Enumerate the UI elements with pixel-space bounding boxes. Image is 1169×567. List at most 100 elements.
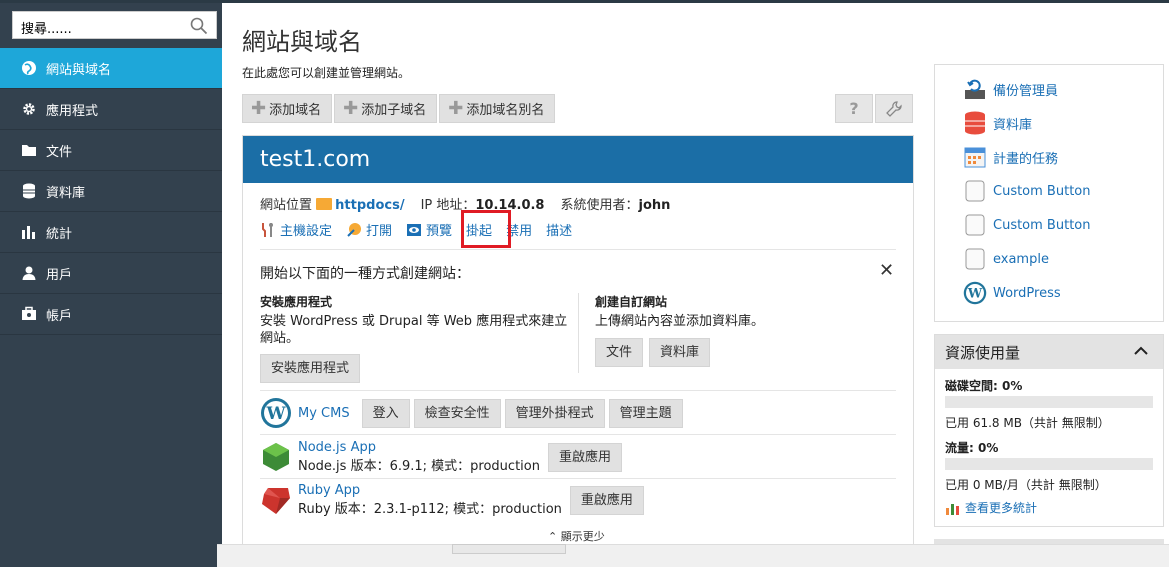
more-stats-label: 查看更多統計 [965,501,1038,515]
preview-link[interactable]: 預覽 [406,220,452,239]
resource-usage-panel: 資源使用量 磁碟空間: 0% 已用 61.8 MB（共計 無限制） 流量: 0%… [934,334,1164,527]
login-button[interactable]: 登入 [361,398,410,428]
shortcuts-panel: 備份管理員 資料庫 計畫的任務 Custom Button Custom But… [934,64,1164,322]
disk-used: 已用 61.8 MB（共計 無限制） [945,416,1110,430]
wordpress-icon: W [963,281,987,305]
ruby-restart-button[interactable]: 重啟應用 [569,485,644,515]
custom-button-icon [963,247,987,271]
sysuser-info: 系統使用者：john [560,194,670,213]
sidebar-item-applications[interactable]: 應用程式 [0,89,222,130]
hosting-settings-link[interactable]: 主機設定 [260,220,332,239]
example-link[interactable]: example [963,247,1049,271]
mycms-row: W My CMS 登入 檢查安全性 管理外掛程式 管理主題 [260,397,683,429]
close-icon[interactable]: ✕ [879,260,894,281]
settings-button[interactable] [875,94,913,123]
custom-button-icon [963,179,987,203]
chevron-up-icon: ⌃ [548,530,561,543]
more-stats-link[interactable]: 查看更多統計 [945,499,1153,516]
sidebar-item-label: 用戶 [46,267,73,283]
files-button[interactable]: 文件 [595,338,644,367]
sidebar-item-websites[interactable]: 網站與域名 [0,48,222,89]
sidebar-item-label: 應用程式 [46,103,99,119]
tools-icon [260,222,276,238]
bottom-scroll-area [217,544,1169,567]
database-icon [20,182,38,200]
page-description: 在此處您可以創建並管理網站。 [242,66,411,80]
sidebar-item-account[interactable]: 帳戶 [0,294,222,335]
domain-name[interactable]: test1.com [243,136,913,183]
wordpress-link[interactable]: W WordPress [963,281,1061,305]
account-icon [20,305,38,323]
folder-icon [20,141,38,159]
backup-label: 備份管理員 [993,83,1059,99]
backup-manager-link[interactable]: 備份管理員 [963,77,1058,101]
sidebar-item-files[interactable]: 文件 [0,130,222,171]
search-input[interactable]: 搜尋...... [21,18,72,37]
start-title: 開始以下面的一種方式創建網站： [260,266,470,282]
show-less-link[interactable]: ⌃ 顯示更少 [548,528,605,544]
help-button[interactable]: ? [835,94,873,123]
install-title: 安裝應用程式 [260,295,333,309]
location-label: 網站位置 [260,198,313,213]
httpdocs-link[interactable]: httpdocs/ [335,198,404,213]
custom-description: 上傳網站內容並添加資料庫。 [595,314,765,329]
domain-actions: 主機設定 打開 預覽 掛起 禁用 描述 [260,220,572,239]
custom-button-link-1[interactable]: Custom Button [963,179,1090,203]
divider [260,390,896,391]
database-button[interactable]: 資料庫 [649,338,711,367]
domain-card: test1.com 網站位置 httpdocs/ IP 地址：10.14.0.8… [242,135,914,555]
sysuser-value: john [638,198,671,213]
search-icon[interactable] [190,17,208,35]
chevron-up-icon[interactable] [1133,343,1149,359]
add-domain-button[interactable]: ✚ 添加域名 [242,94,333,123]
wrench-icon [886,100,902,117]
node-restart-button[interactable]: 重啟應用 [547,442,622,472]
sidebar-item-label: 帳戶 [46,308,73,324]
node-app-name[interactable]: Node.js App [298,440,540,455]
search-box[interactable]: 搜尋...... [12,11,217,39]
custom-button-label: Custom Button [993,217,1091,233]
add-subdomain-label: 添加子域名 [361,103,427,118]
wordpress-label: WordPress [993,285,1061,301]
scheduled-tasks-link[interactable]: 計畫的任務 [963,145,1058,169]
describe-link[interactable]: 描述 [546,220,572,239]
check-security-button[interactable]: 檢查安全性 [413,398,501,428]
custom-button-icon [963,213,987,237]
install-app-button[interactable]: 安裝應用程式 [260,354,361,383]
manage-themes-button[interactable]: 管理主題 [608,398,683,428]
show-less-label: 顯示更少 [560,530,605,543]
location-info: 網站位置 httpdocs/ [260,194,405,213]
suspend-highlight [461,210,511,248]
mycms-name[interactable]: My CMS [298,406,350,421]
resource-usage-title: 資源使用量 [945,343,1021,362]
install-app-section: 安裝應用程式 安裝 WordPress 或 Drupal 等 Web 應用程式來… [260,293,570,383]
page-title: 網站與域名 [242,28,362,56]
sidebar-item-label: 網站與域名 [46,62,112,78]
resource-usage-header[interactable]: 資源使用量 [935,335,1163,369]
database-link[interactable]: 資料庫 [963,111,1032,135]
ruby-app-name[interactable]: Ruby App [298,483,562,498]
sidebar-item-statistics[interactable]: 統計 [0,212,222,253]
ruby-app-row: Ruby App Ruby 版本：2.3.1-p112; 模式：producti… [260,483,644,517]
manage-plugins-button[interactable]: 管理外掛程式 [504,398,605,428]
gear-icon [20,100,38,118]
sidebar-item-users[interactable]: 用戶 [0,253,222,294]
hosting-label: 主機設定 [280,224,333,239]
custom-site-section: 創建自訂網站 上傳網站內容並添加資料庫。 文件 資料庫 [595,293,895,367]
nodejs-icon [263,443,289,471]
custom-button-link-2[interactable]: Custom Button [963,213,1090,237]
describe-label: 描述 [546,224,573,239]
add-domain-label: 添加域名 [269,103,322,118]
bar-chart-icon [946,503,959,515]
add-subdomain-button[interactable]: ✚ 添加子域名 [334,94,438,123]
sidebar-item-databases[interactable]: 資料庫 [0,171,222,212]
open-link[interactable]: 打開 [346,220,392,239]
disk-label: 磁碟空間: 0% [945,379,1023,393]
sidebar-item-label: 統計 [46,226,73,242]
custom-button-label: Custom Button [993,183,1091,199]
divider [260,249,896,250]
preview-label: 預覽 [426,224,453,239]
add-alias-button[interactable]: ✚ 添加域名別名 [439,94,556,123]
divider [260,434,896,435]
traffic-used: 已用 0 MB/月（共計 無限制） [945,478,1107,492]
